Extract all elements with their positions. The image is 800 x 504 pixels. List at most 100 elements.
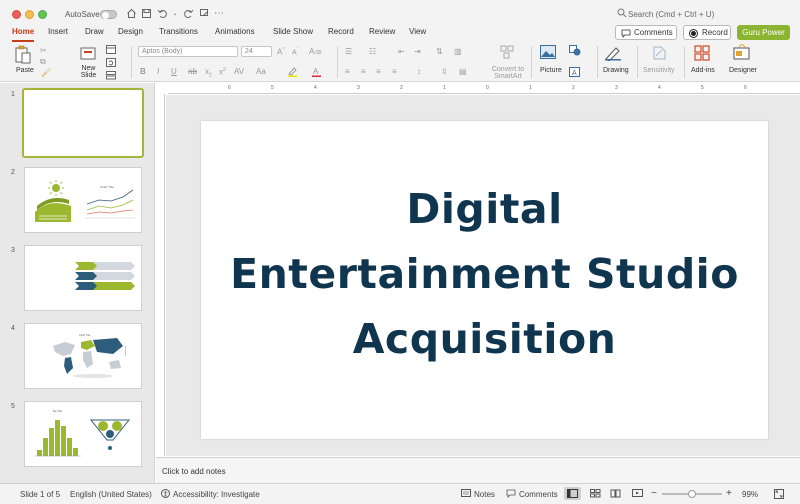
align-left-icon[interactable]: ≡ bbox=[345, 67, 350, 76]
paste-icon[interactable] bbox=[14, 45, 32, 67]
minimize-window-button[interactable] bbox=[25, 10, 34, 19]
columns-icon[interactable]: ▥ bbox=[454, 47, 462, 56]
record-button[interactable]: Record bbox=[683, 25, 731, 40]
italic-icon[interactable]: I bbox=[157, 67, 159, 76]
tab-slide-show[interactable]: Slide Show bbox=[273, 27, 313, 36]
language-status[interactable]: English (United States) bbox=[70, 490, 152, 499]
autosave-toggle[interactable] bbox=[100, 10, 117, 19]
tab-insert[interactable]: Insert bbox=[48, 27, 68, 36]
sensitivity-icon[interactable] bbox=[651, 45, 667, 63]
reset-icon[interactable] bbox=[106, 58, 116, 69]
align-right-icon[interactable]: ≡ bbox=[376, 67, 381, 76]
zoom-in-icon[interactable]: + bbox=[726, 488, 732, 499]
slide-thumbnail-1[interactable] bbox=[22, 88, 144, 158]
font-size-field[interactable]: 24 bbox=[241, 46, 272, 57]
textbox-icon[interactable]: A bbox=[569, 67, 580, 79]
tab-transitions[interactable]: Transitions bbox=[159, 27, 198, 36]
undo-icon[interactable] bbox=[156, 8, 168, 20]
shapes-icon[interactable] bbox=[569, 45, 581, 58]
guru-power-button[interactable]: Guru Power bbox=[737, 25, 790, 40]
text-direction-icon[interactable]: ⇅ bbox=[436, 47, 443, 56]
new-slide-icon[interactable] bbox=[80, 46, 96, 63]
align-text-icon[interactable]: ⇳ bbox=[441, 67, 448, 76]
tab-review[interactable]: Review bbox=[369, 27, 395, 36]
underline-icon[interactable]: U bbox=[171, 67, 177, 76]
shrink-font-icon[interactable]: Aˇ bbox=[292, 47, 298, 56]
copy-icon[interactable]: ⧉ bbox=[40, 57, 46, 67]
tab-view[interactable]: View bbox=[409, 27, 426, 36]
tab-record[interactable]: Record bbox=[328, 27, 354, 36]
zoom-slider-knob[interactable] bbox=[688, 490, 696, 498]
format-painter-icon[interactable] bbox=[198, 8, 210, 20]
drawing-icon[interactable] bbox=[604, 45, 622, 63]
highlight-icon[interactable] bbox=[287, 66, 298, 79]
current-slide[interactable]: Digital Entertainment Studio Acquisition bbox=[201, 121, 768, 439]
tab-draw[interactable]: Draw bbox=[85, 27, 104, 36]
comments-button[interactable]: Comments bbox=[615, 25, 677, 40]
fit-to-window-icon[interactable] bbox=[774, 489, 784, 501]
font-color-icon[interactable]: A bbox=[311, 66, 322, 79]
clear-format-icon[interactable]: A⌫ bbox=[309, 47, 321, 56]
smartart-icon[interactable] bbox=[500, 45, 514, 61]
zoom-level[interactable]: 99% bbox=[742, 490, 758, 499]
justify-icon[interactable]: ≡ bbox=[392, 67, 397, 76]
notes-toggle[interactable]: Notes bbox=[474, 490, 495, 499]
numbering-icon[interactable]: ☷ bbox=[369, 47, 376, 56]
bullets-icon[interactable]: ☰ bbox=[345, 47, 352, 56]
close-window-button[interactable] bbox=[12, 10, 21, 19]
section-icon[interactable] bbox=[106, 71, 116, 82]
format-brush-icon[interactable]: 🖌 bbox=[41, 68, 51, 77]
slide-title-line-1[interactable]: Digital bbox=[201, 185, 768, 233]
strikethrough-icon[interactable]: ab bbox=[188, 67, 197, 76]
addins-icon[interactable] bbox=[694, 45, 710, 63]
char-spacing-icon[interactable]: AV bbox=[234, 67, 244, 76]
slide-thumbnail-5[interactable]: Bar Title bbox=[24, 401, 142, 467]
undo-dropdown-icon[interactable]: ⌄ bbox=[169, 8, 181, 20]
ruler-number: 2 bbox=[400, 85, 403, 91]
slide-title-line-3[interactable]: Acquisition bbox=[201, 315, 768, 363]
tab-design[interactable]: Design bbox=[118, 27, 143, 36]
slide-title-line-2[interactable]: Entertainment Studio bbox=[201, 250, 768, 298]
comments-toggle[interactable]: Comments bbox=[519, 490, 558, 499]
horizontal-ruler: 6 5 4 3 2 1 0 1 2 3 4 5 6 bbox=[168, 85, 800, 94]
superscript-icon[interactable]: x2 bbox=[219, 67, 226, 77]
grow-font-icon[interactable]: A^ bbox=[277, 47, 285, 57]
slide-thumbnail-3[interactable] bbox=[24, 245, 142, 311]
change-case-icon[interactable]: Aa bbox=[256, 67, 266, 76]
redo-icon[interactable] bbox=[182, 8, 194, 20]
bold-icon[interactable]: B bbox=[140, 67, 146, 76]
font-name-field[interactable]: Aptos (Body) bbox=[138, 46, 238, 57]
more-icon[interactable]: ⋯ bbox=[213, 8, 225, 20]
decrease-indent-icon[interactable]: ⇤ bbox=[398, 47, 405, 56]
increase-indent-icon[interactable]: ⇥ bbox=[414, 47, 421, 56]
subscript-icon[interactable]: x2 bbox=[205, 67, 212, 79]
layout-icon[interactable] bbox=[106, 45, 116, 56]
slide-thumbnail-4[interactable]: Chart Title bbox=[24, 323, 142, 389]
search-icon[interactable] bbox=[616, 8, 628, 20]
slide-thumbnail-2[interactable]: Chart Title bbox=[24, 167, 142, 233]
accessibility-status[interactable]: Accessibility: Investigate bbox=[173, 490, 260, 499]
cut-icon[interactable]: ✂ bbox=[40, 46, 47, 55]
slideshow-view-icon[interactable] bbox=[632, 489, 643, 500]
notes-placeholder: Click to add notes bbox=[162, 467, 226, 476]
paragraph-icon[interactable]: ▤ bbox=[459, 67, 467, 76]
slide-number: 4 bbox=[11, 325, 15, 332]
zoom-window-button[interactable] bbox=[38, 10, 47, 19]
normal-view-button[interactable] bbox=[564, 487, 581, 500]
notes-icon[interactable] bbox=[461, 489, 471, 500]
notes-pane[interactable]: Click to add notes bbox=[156, 457, 800, 483]
align-center-icon[interactable]: ≡ bbox=[361, 67, 366, 76]
zoom-out-icon[interactable]: − bbox=[651, 488, 657, 499]
line-spacing-icon[interactable]: ↕ bbox=[417, 67, 421, 76]
save-icon[interactable] bbox=[140, 8, 152, 20]
tab-home[interactable]: Home bbox=[12, 27, 34, 36]
comments-status-icon[interactable] bbox=[506, 489, 516, 500]
drawing-label: Drawing bbox=[603, 67, 629, 74]
slide-sorter-icon[interactable] bbox=[590, 489, 601, 500]
reading-view-icon[interactable] bbox=[610, 489, 621, 500]
designer-icon[interactable] bbox=[733, 43, 751, 63]
tab-animations[interactable]: Animations bbox=[215, 27, 255, 36]
home-icon[interactable] bbox=[125, 8, 137, 20]
search-field[interactable]: Search (Cmd + Ctrl + U) bbox=[628, 10, 714, 19]
picture-icon[interactable] bbox=[540, 45, 556, 61]
